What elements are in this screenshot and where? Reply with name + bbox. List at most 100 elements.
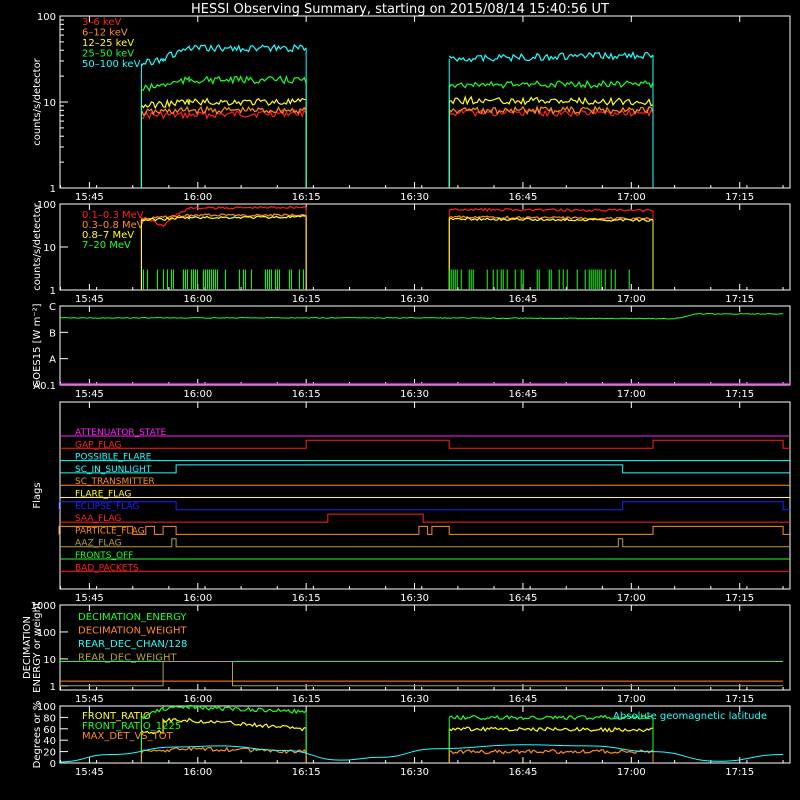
panel5-xtick-label: 16:00 [183, 694, 212, 705]
panel3-xtick-label: 16:00 [183, 389, 212, 400]
panel1-legend-4: 50–100 keV [82, 59, 141, 70]
panel6-xtick-label: 17:15 [725, 767, 754, 778]
flag-line-eclipse-flag [58, 501, 790, 511]
panel3-xtick-label: 16:15 [292, 389, 321, 400]
panel6-ylabel: Degrees or % [32, 701, 43, 769]
panel1-xtick-label: 16:15 [292, 192, 321, 203]
panel3-ylabel: GOES15 [W m⁻²] [32, 303, 43, 387]
panel6-series-2 [449, 748, 654, 755]
panel1-xtick-label: 17:15 [725, 192, 754, 203]
flag-label-5: FLARE_FLAG [75, 490, 131, 500]
panel6-ytick-label: 40 [43, 736, 56, 747]
panel4-xtick-label: 15:45 [75, 593, 104, 604]
panel6-annotation: Absolute geomagnetic latitude [613, 711, 767, 722]
panel5-legend-1: DECIMATION_WEIGHT [78, 626, 187, 637]
panel1-series-3 [448, 79, 654, 89]
panel6-series-1 [140, 704, 307, 720]
panel1-xtick-label: 16:45 [509, 192, 538, 203]
panel1-series-3 [141, 74, 307, 92]
panel1-legend-1: 6–12 keV [82, 28, 128, 39]
panel6-ytick-label: 0 [50, 759, 56, 770]
panel3-xtick-label: 16:45 [509, 389, 538, 400]
flag-label-10: FRONTS_OFF [75, 551, 133, 561]
flag-line-gap-flag [60, 439, 790, 449]
panel3-xtick-label: 17:00 [617, 389, 646, 400]
flag-label-11: BAD_PACKETS [75, 563, 139, 573]
panel1-series-2 [449, 95, 654, 107]
panel6-legend-2: MAX_DET_VS_TOT [82, 731, 174, 742]
panel6-xtick-label: 16:15 [292, 767, 321, 778]
panel1-legend-0: 3–6 keV [82, 17, 121, 28]
flag-line-aaz-flag [60, 538, 790, 548]
panel4-xtick-label: 16:00 [183, 593, 212, 604]
panel2-xtick-label: 15:45 [75, 294, 104, 305]
flag-label-6: ECLIPSE_FLAG [75, 502, 139, 512]
panel5-xtick-label: 16:30 [400, 694, 429, 705]
flag-label-1: GAP_FLAG [75, 440, 121, 450]
panel1-xtick-label: 15:45 [75, 192, 104, 203]
panel6-ytick-label: 20 [43, 748, 56, 759]
flag-label-0: ATTENUATOR_STATE [75, 428, 167, 438]
panel4-frame [59, 401, 791, 590]
panel2-ytick-label: 10 [43, 243, 56, 254]
hessi-summary-chart: HESSI Observing Summary, starting on 201… [0, 0, 800, 800]
panel6-series-0 [448, 726, 654, 733]
panel6-xtick-label: 15:45 [75, 767, 104, 778]
panel4-ylabel: Flags [32, 482, 43, 508]
panel1-legend-3: 25–50 keV [82, 49, 134, 60]
panel2-xtick-label: 16:15 [292, 294, 321, 305]
panel1-legend-2: 12–25 keV [82, 38, 134, 49]
flag-label-3: SC_IN_SUNLIGHT [75, 465, 152, 475]
panel3-ytick-label: B [49, 328, 56, 339]
panel3-xtick-label: 15:45 [75, 389, 104, 400]
panel2-xtick-label: 16:30 [400, 294, 429, 305]
panel2-ylabel: counts/s/detector [32, 202, 43, 290]
panel3-xtick-label: 16:30 [400, 389, 429, 400]
panel2-xtick-label: 17:15 [725, 294, 754, 305]
panel2-xtick-label: 16:45 [509, 294, 538, 305]
panel2-series-0 [448, 207, 654, 213]
panel1-series-2 [140, 97, 307, 110]
panel1-ytick-label: 100 [37, 12, 56, 23]
panel2-series-3 [142, 269, 304, 290]
flag-label-4: SC_TRANSMITTER [75, 477, 155, 487]
panel6-xtick-label: 16:00 [183, 767, 212, 778]
panel1-series-4 [448, 50, 654, 63]
panel1-ylabel: counts/s/detector [32, 57, 43, 145]
panel2-ytick-label: 1 [50, 286, 56, 297]
panel5-legend-2: REAR_DEC_CHAN/128 [78, 639, 187, 650]
panel1-series-4 [140, 43, 307, 67]
panel4-xtick-label: 16:15 [292, 593, 321, 604]
flag-label-2: POSSIBLE_FLARE [75, 453, 152, 463]
panel5-series-3 [59, 661, 784, 687]
panel6-latitude-curve [58, 744, 784, 763]
panel5-xtick-label: 16:45 [509, 694, 538, 705]
panel3-ytick-label: C [49, 302, 56, 313]
panel1-xtick-label: 16:30 [400, 192, 429, 203]
panel3-series-goes [58, 312, 784, 320]
panel5-legend-0: DECIMATION_ENERGY [78, 612, 187, 623]
panel1-ytick-label: 1 [50, 184, 56, 195]
panel6-ytick-label: 80 [43, 713, 56, 724]
panel3-ytick-label: A [49, 355, 56, 366]
panel6-xtick-label: 16:45 [509, 767, 538, 778]
panel1-xtick-label: 17:00 [617, 192, 646, 203]
panel5-legend-3: REAR_DEC_WEIGHT [78, 653, 177, 664]
panel5-xtick-label: 16:15 [292, 694, 321, 705]
panel4-xtick-label: 17:00 [617, 593, 646, 604]
panel5-xtick-label: 15:45 [75, 694, 104, 705]
panel5-ytick-label: 1 [50, 682, 56, 693]
panel5-ylabel: ENERGY or weight [32, 602, 43, 693]
flag-line-sc-in-sunlight [60, 464, 790, 474]
panel5-xtick-label: 17:15 [725, 694, 754, 705]
panel5-ytick-label: 10 [43, 655, 56, 666]
panel4-xtick-label: 17:15 [725, 593, 754, 604]
chart-canvas: HESSI Observing Summary, starting on 201… [22, 2, 791, 778]
panel1-ytick-label: 10 [43, 98, 56, 109]
panel3-xtick-label: 17:15 [725, 389, 754, 400]
panel2-series-3 [448, 269, 630, 290]
panel6-xtick-label: 17:00 [617, 767, 646, 778]
flag-label-7: SAA_FLAG [75, 514, 121, 524]
panel4-xtick-label: 16:45 [509, 593, 538, 604]
flag-label-8: PARTICLE_FLAG [75, 526, 145, 536]
